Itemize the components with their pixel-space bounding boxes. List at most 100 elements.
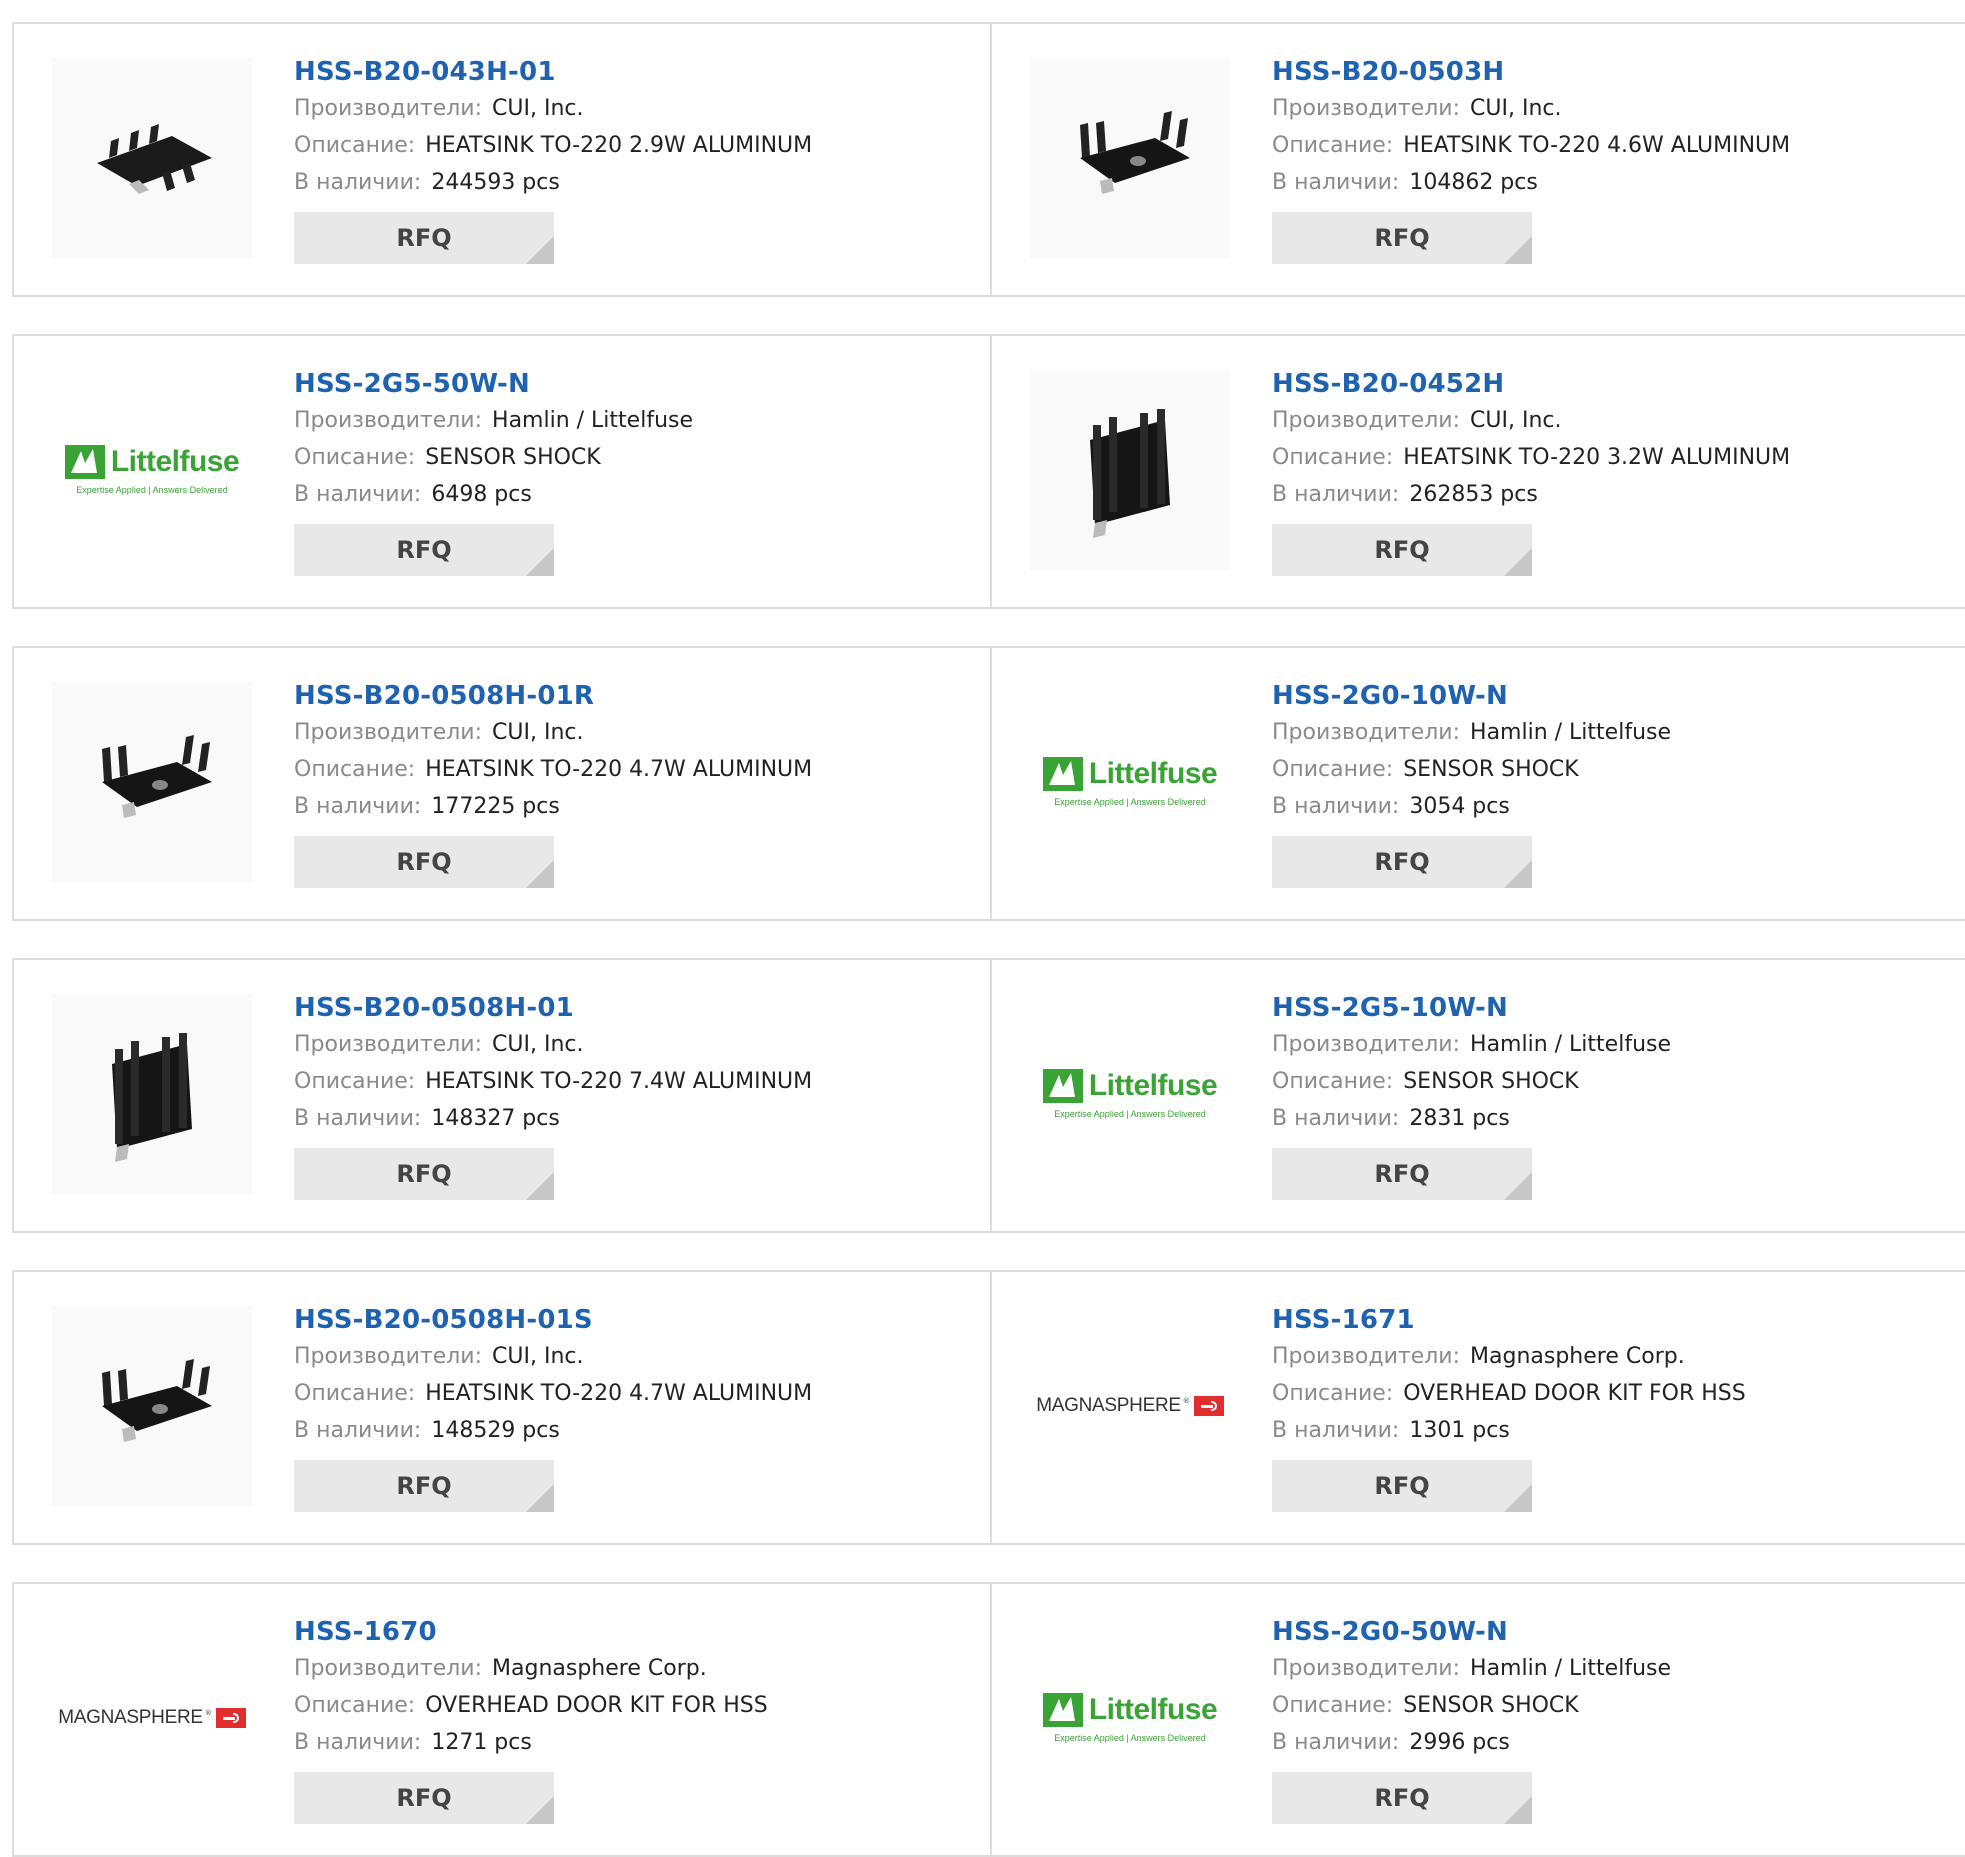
manufacturer-value: Hamlin / Littelfuse <box>492 408 694 433</box>
stock-label: В наличии: <box>294 482 422 507</box>
manufacturer-value: Magnasphere Corp. <box>1470 1344 1685 1369</box>
rfq-button[interactable]: RFQ <box>294 1148 554 1200</box>
description-value: HEATSINK TO-220 3.2W ALUMINUM <box>1403 445 1791 470</box>
rfq-button[interactable]: RFQ <box>1272 1148 1532 1200</box>
description-row: Описание: HEATSINK TO-220 3.2W ALUMINUM <box>1272 439 1790 476</box>
manufacturer-label: Производители: <box>294 1656 483 1681</box>
product-image[interactable] <box>1030 58 1230 258</box>
part-number-link[interactable]: HSS-2G0-50W-N <box>1272 1614 1671 1650</box>
manufacturer-label: Производители: <box>1272 1032 1461 1057</box>
product-card: Littelfuse Expertise Applied | Answers De… <box>990 1582 1965 1857</box>
rfq-label: RFQ <box>396 224 452 252</box>
product-image[interactable]: Littelfuse Expertise Applied | Answers De… <box>1030 1618 1230 1818</box>
part-number-link[interactable]: HSS-2G5-10W-N <box>1272 990 1671 1026</box>
magnasphere-wordmark: MAGNASPHERE <box>58 1707 203 1728</box>
manufacturer-label: Производители: <box>1272 720 1461 745</box>
description-value: SENSOR SHOCK <box>1403 1069 1579 1094</box>
part-number-link[interactable]: HSS-1670 <box>294 1614 768 1650</box>
rfq-button[interactable]: RFQ <box>294 1460 554 1512</box>
product-image[interactable] <box>52 58 252 258</box>
stock-value: 1301 pcs <box>1409 1418 1510 1443</box>
description-label: Описание: <box>294 1381 416 1406</box>
littelfuse-logo: Littelfuse Expertise Applied | Answers De… <box>1042 1693 1218 1743</box>
description-value: HEATSINK TO-220 4.6W ALUMINUM <box>1403 133 1791 158</box>
stock-label: В наличии: <box>294 1418 422 1443</box>
part-number-link[interactable]: HSS-B20-0508H-01R <box>294 678 812 714</box>
rfq-corner-decoration <box>1504 1172 1532 1200</box>
stock-value: 3054 pcs <box>1409 794 1510 819</box>
manufacturer-value: CUI, Inc. <box>492 720 584 745</box>
manufacturer-label: Производители: <box>1272 1344 1461 1369</box>
rfq-button[interactable]: RFQ <box>294 836 554 888</box>
product-image[interactable]: MAGNASPHERE ® <box>1030 1306 1230 1506</box>
manufacturer-label: Производители: <box>1272 408 1461 433</box>
manufacturer-label: Производители: <box>1272 1656 1461 1681</box>
manufacturer-row: Производители: CUI, Inc. <box>1272 90 1790 127</box>
littelfuse-tagline: Expertise Applied | Answers Delivered <box>76 485 228 495</box>
heatsink-u-icon <box>82 1351 222 1461</box>
product-info: HSS-1671 Производители: Magnasphere Corp.… <box>1272 1302 1746 1512</box>
description-value: HEATSINK TO-220 2.9W ALUMINUM <box>425 133 813 158</box>
product-image[interactable]: Littelfuse Expertise Applied | Answers De… <box>1030 682 1230 882</box>
manufacturer-value: CUI, Inc. <box>492 1032 584 1057</box>
magnasphere-mark-icon <box>1193 1396 1224 1416</box>
rfq-label: RFQ <box>396 1160 452 1188</box>
product-info: HSS-1670 Производители: Magnasphere Corp.… <box>294 1614 768 1824</box>
product-image[interactable]: MAGNASPHERE ® <box>52 1618 252 1818</box>
description-label: Описание: <box>294 1693 416 1718</box>
rfq-button[interactable]: RFQ <box>294 524 554 576</box>
rfq-corner-decoration <box>1504 548 1532 576</box>
manufacturer-value: CUI, Inc. <box>492 96 584 121</box>
manufacturer-row: Производители: Hamlin / Littelfuse <box>294 402 693 439</box>
rfq-label: RFQ <box>1374 1784 1430 1812</box>
product-card: MAGNASPHERE ® HSS-1671 Производители: Magn… <box>990 1270 1965 1545</box>
rfq-corner-decoration <box>526 1484 554 1512</box>
product-image[interactable]: Littelfuse Expertise Applied | Answers De… <box>52 370 252 570</box>
rfq-button[interactable]: RFQ <box>1272 1460 1532 1512</box>
rfq-button[interactable]: RFQ <box>1272 524 1532 576</box>
part-number-link[interactable]: HSS-B20-043H-01 <box>294 54 812 90</box>
stock-value: 262853 pcs <box>1409 482 1538 507</box>
description-label: Описание: <box>1272 1693 1394 1718</box>
littelfuse-mark-icon <box>64 445 105 479</box>
stock-label: В наличии: <box>1272 170 1400 195</box>
rfq-corner-decoration <box>1504 236 1532 264</box>
stock-value: 148327 pcs <box>431 1106 560 1131</box>
part-number-link[interactable]: HSS-2G5-50W-N <box>294 366 693 402</box>
stock-label: В наличии: <box>294 170 422 195</box>
product-image[interactable]: Littelfuse Expertise Applied | Answers De… <box>1030 994 1230 1194</box>
rfq-corner-decoration <box>1504 1796 1532 1824</box>
rfq-label: RFQ <box>1374 1160 1430 1188</box>
rfq-button[interactable]: RFQ <box>1272 1772 1532 1824</box>
product-info: HSS-B20-0452H Производители: CUI, Inc. Оп… <box>1272 366 1790 576</box>
description-label: Описание: <box>1272 133 1394 158</box>
rfq-label: RFQ <box>1374 224 1430 252</box>
heatsink-flat-icon <box>77 108 227 208</box>
product-card: HSS-B20-0452H Производители: CUI, Inc. Оп… <box>990 334 1965 609</box>
part-number-link[interactable]: HSS-B20-0452H <box>1272 366 1790 402</box>
description-label: Описание: <box>1272 1381 1394 1406</box>
stock-label: В наличии: <box>294 1730 422 1755</box>
rfq-button[interactable]: RFQ <box>294 212 554 264</box>
stock-row: В наличии: 2996 pcs <box>1272 1724 1671 1761</box>
product-image[interactable] <box>52 1306 252 1506</box>
product-image[interactable] <box>1030 370 1230 570</box>
manufacturer-label: Производители: <box>294 408 483 433</box>
product-image[interactable] <box>52 682 252 882</box>
manufacturer-label: Производители: <box>294 1344 483 1369</box>
part-number-link[interactable]: HSS-2G0-10W-N <box>1272 678 1671 714</box>
product-card: HSS-B20-0508H-01S Производители: CUI, Inc… <box>12 1270 990 1545</box>
magnasphere-logo: MAGNASPHERE ® <box>58 1707 246 1729</box>
part-number-link[interactable]: HSS-B20-0503H <box>1272 54 1790 90</box>
rfq-button[interactable]: RFQ <box>1272 212 1532 264</box>
manufacturer-value: Hamlin / Littelfuse <box>1470 1656 1672 1681</box>
rfq-button[interactable]: RFQ <box>1272 836 1532 888</box>
part-number-link[interactable]: HSS-B20-0508H-01 <box>294 990 812 1026</box>
part-number-link[interactable]: HSS-1671 <box>1272 1302 1746 1338</box>
product-card: HSS-B20-043H-01 Производители: CUI, Inc. … <box>12 22 990 297</box>
stock-label: В наличии: <box>1272 482 1400 507</box>
stock-label: В наличии: <box>1272 794 1400 819</box>
part-number-link[interactable]: HSS-B20-0508H-01S <box>294 1302 812 1338</box>
product-image[interactable] <box>52 994 252 1194</box>
rfq-button[interactable]: RFQ <box>294 1772 554 1824</box>
